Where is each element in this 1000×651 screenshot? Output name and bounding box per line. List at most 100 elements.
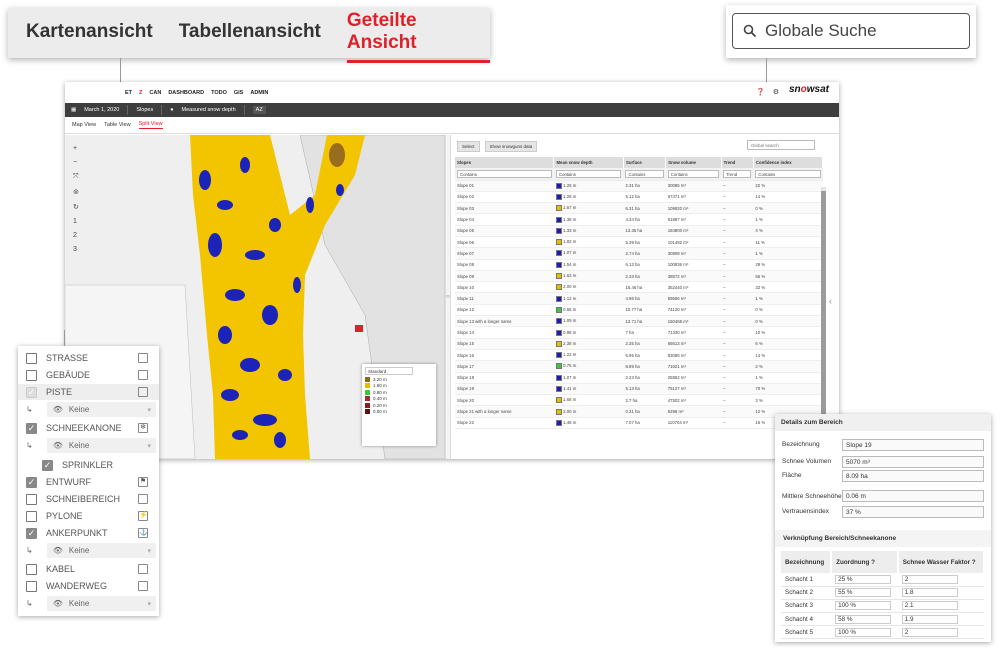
layer-item[interactable]: STRASSE bbox=[18, 350, 159, 366]
layer-item[interactable]: ✓ PISTE bbox=[18, 384, 159, 400]
show-snowguns-button[interactable]: Show snowguns data bbox=[484, 140, 538, 152]
table-row[interactable]: Slope 08 1.54 m 6.13 ha 100836 m³ –29 % bbox=[455, 259, 823, 271]
faktor-input[interactable]: 1.8 bbox=[901, 588, 958, 598]
table-row[interactable]: Slope 11 1.12 m 4.96 ha 59656 m³ –1 % bbox=[455, 292, 823, 305]
legend-style-select[interactable]: Standard bbox=[365, 367, 413, 375]
table-row[interactable]: Slope 04 1.38 m 4.34 ha 61887 m³ –1 % bbox=[455, 213, 823, 226]
layer-item[interactable]: GEBÄUDE bbox=[18, 367, 159, 383]
layer-item[interactable]: ✓ ANKERPUNKT ⚓ bbox=[18, 525, 159, 541]
zuordnung-input[interactable]: 25 % bbox=[835, 574, 892, 584]
level-2-button[interactable]: 2 bbox=[73, 232, 79, 239]
tab-map-view[interactable]: Map View bbox=[72, 122, 96, 128]
layer-checkbox[interactable] bbox=[26, 493, 37, 505]
table-row[interactable]: Slope 01 1.25 m 2.31 ha 30085 m³ –22 % bbox=[455, 180, 823, 192]
detail-value[interactable]: 37 % bbox=[842, 506, 984, 518]
table-row[interactable]: Slope 06 1.82 m 5.39 ha 101492 m³ –11 % bbox=[455, 236, 823, 249]
column-header[interactable]: Mean snow depth bbox=[553, 157, 624, 168]
faktor-input[interactable]: 2 bbox=[901, 627, 958, 637]
tab-tabellenansicht[interactable]: Tabellenansicht bbox=[179, 21, 321, 49]
tab-split-view[interactable]: Split View bbox=[138, 121, 163, 129]
layer-checkbox[interactable]: ✓ bbox=[42, 459, 53, 471]
table-row[interactable]: Slope 18 1.07 m 2.23 ha 25852 m³ –1 % bbox=[455, 372, 823, 384]
chevron-left-icon[interactable]: ‹ bbox=[829, 296, 832, 306]
layer-item[interactable]: KABEL bbox=[18, 561, 159, 577]
global-search-input[interactable]: Globale Suche bbox=[732, 13, 970, 49]
layer-checkbox[interactable] bbox=[26, 580, 37, 592]
layer-checkbox[interactable] bbox=[26, 369, 37, 381]
zuordnung-input[interactable]: 100 % bbox=[835, 627, 892, 637]
zoom-in-button[interactable]: + bbox=[73, 145, 79, 152]
table-row[interactable]: Slope 05 1.33 m 13.35 ha 184800 m³ –4 % bbox=[455, 225, 823, 237]
select-button[interactable]: Select bbox=[457, 140, 480, 152]
zoom-out-button[interactable]: − bbox=[73, 159, 79, 166]
table-row[interactable]: Slope 13 with a longer name 1.09 m 13.71 … bbox=[455, 315, 823, 328]
table-row[interactable]: Slope 21 with a longer name 2.00 m 0.31 h… bbox=[455, 405, 823, 418]
zuordnung-input[interactable]: 100 % bbox=[835, 601, 892, 611]
nav-item-admin[interactable]: ADMIN bbox=[250, 90, 268, 96]
nav-item[interactable]: ET bbox=[125, 90, 132, 96]
faktor-input[interactable]: 2 bbox=[901, 574, 958, 584]
layer-item[interactable]: SCHNEIBEREICH bbox=[18, 491, 159, 507]
level-1-button[interactable]: 1 bbox=[73, 218, 79, 225]
column-header[interactable]: Trend bbox=[721, 157, 754, 168]
table-row[interactable]: Slope 22 1.48 m 7.07 ha 110704 m³ –16 % bbox=[455, 417, 823, 430]
table-row[interactable]: Slope 15 2.38 m 2.35 ha 65613 m³ –6 % bbox=[455, 338, 823, 350]
filter-input[interactable]: Contains bbox=[755, 169, 821, 178]
nav-item-dashboard[interactable]: DASHBOARD bbox=[168, 90, 204, 96]
table-row[interactable]: Slope 09 1.63 m 2.33 ha 38572 m³ –56 % bbox=[455, 270, 823, 283]
layer-item[interactable]: ✓ SPRINKLER bbox=[18, 457, 159, 473]
layer-selector[interactable]: Slopes bbox=[136, 107, 153, 113]
tab-table-view[interactable]: Table View bbox=[104, 122, 131, 128]
column-header[interactable]: Surface bbox=[623, 157, 667, 168]
layer-checkbox[interactable]: ✓ bbox=[26, 422, 37, 434]
tab-geteilte-ansicht[interactable]: Geteilte Ansicht bbox=[346, 10, 491, 63]
layer-item[interactable]: ✓ SCHNEEKANONE ❄ bbox=[18, 420, 159, 436]
filter-input[interactable]: Trend bbox=[723, 169, 752, 178]
layer-style-dropdown[interactable]: 👁 Keine ▾ bbox=[46, 596, 156, 611]
table-row[interactable]: Slope 03 1.67 m 6.31 ha 109820 m³ –0 % bbox=[455, 202, 823, 215]
detail-value[interactable]: 8.09 ha bbox=[842, 470, 984, 482]
zuordnung-input[interactable]: 55 % bbox=[835, 588, 892, 598]
table-row[interactable]: Slope 02 1.28 m 5.12 ha 67471 m³ –14 % bbox=[455, 191, 823, 204]
layer-item[interactable]: ✓ ENTWURF ⚑ bbox=[18, 474, 159, 490]
table-scrollbar[interactable] bbox=[821, 187, 826, 451]
table-row[interactable]: Slope 17 0.75 m 8.89 ha 71621 m³ –2 % bbox=[455, 360, 823, 373]
layer-style-dropdown[interactable]: 👁 Keine ▾ bbox=[46, 402, 156, 417]
help-icon[interactable]: ❓ bbox=[756, 88, 765, 96]
column-header[interactable]: Snow volume bbox=[665, 157, 722, 168]
nav-item[interactable]: Z bbox=[139, 90, 142, 96]
gear-icon[interactable]: ⚙ bbox=[773, 88, 779, 96]
measure-selector[interactable]: Measured snow depth bbox=[182, 107, 236, 113]
zuordnung-input[interactable]: 58 % bbox=[835, 614, 892, 624]
filter-input[interactable]: Contains bbox=[555, 169, 622, 178]
date-selector[interactable]: March 1, 2020 bbox=[84, 107, 119, 113]
table-row[interactable]: Slope 12 0.65 m 10.77 ha 74120 m³ –0 % bbox=[455, 304, 823, 317]
tab-kartenansicht[interactable]: Kartenansicht bbox=[26, 21, 153, 49]
layer-checkbox[interactable]: ✓ bbox=[26, 527, 37, 539]
table-row[interactable]: Slope 14 0.98 m 7 ha 71330 m³ –10 % bbox=[455, 326, 823, 339]
table-row[interactable]: Slope 16 1.22 m 6.95 ha 83085 m³ –14 % bbox=[455, 349, 823, 362]
detail-value[interactable]: 5070 m³ bbox=[842, 456, 984, 468]
filter-input[interactable]: Contains bbox=[667, 169, 720, 178]
level-3-button[interactable]: 3 bbox=[73, 246, 79, 253]
table-row[interactable]: Slope 07 1.07 m 2.74 ha 30908 m³ –1 % bbox=[455, 247, 823, 260]
table-search-input[interactable]: Global search bbox=[747, 140, 815, 150]
nav-item-todo[interactable]: TODO bbox=[211, 90, 227, 96]
fullscreen-button[interactable]: ⤧ bbox=[73, 173, 79, 181]
column-header[interactable]: Slopes bbox=[455, 157, 555, 168]
layer-checkbox[interactable] bbox=[26, 352, 37, 364]
layer-checkbox[interactable]: ✓ bbox=[26, 386, 37, 398]
rotate-button[interactable]: ↻ bbox=[73, 203, 79, 211]
layer-item[interactable]: PYLONE ⚡ bbox=[18, 508, 159, 524]
table-row[interactable]: Slope 20 1.68 m 2.7 ha 47502 m³ –3 % bbox=[455, 394, 823, 407]
column-header[interactable]: Confidence index bbox=[753, 157, 824, 168]
layers-button[interactable]: ⊚ bbox=[73, 188, 79, 196]
nav-item-gis[interactable]: GIS bbox=[234, 90, 243, 96]
filter-input[interactable]: Contains bbox=[625, 169, 664, 178]
layer-item[interactable]: WANDERWEG bbox=[18, 578, 159, 594]
layer-checkbox[interactable] bbox=[26, 563, 37, 575]
table-row[interactable]: Slope 19 1.41 m 5.13 ha 75127 m³ –70 % bbox=[455, 383, 823, 396]
detail-value[interactable]: Slope 19 bbox=[842, 439, 984, 451]
detail-value[interactable]: 0.06 m bbox=[842, 490, 984, 502]
faktor-input[interactable]: 1.9 bbox=[901, 614, 958, 624]
